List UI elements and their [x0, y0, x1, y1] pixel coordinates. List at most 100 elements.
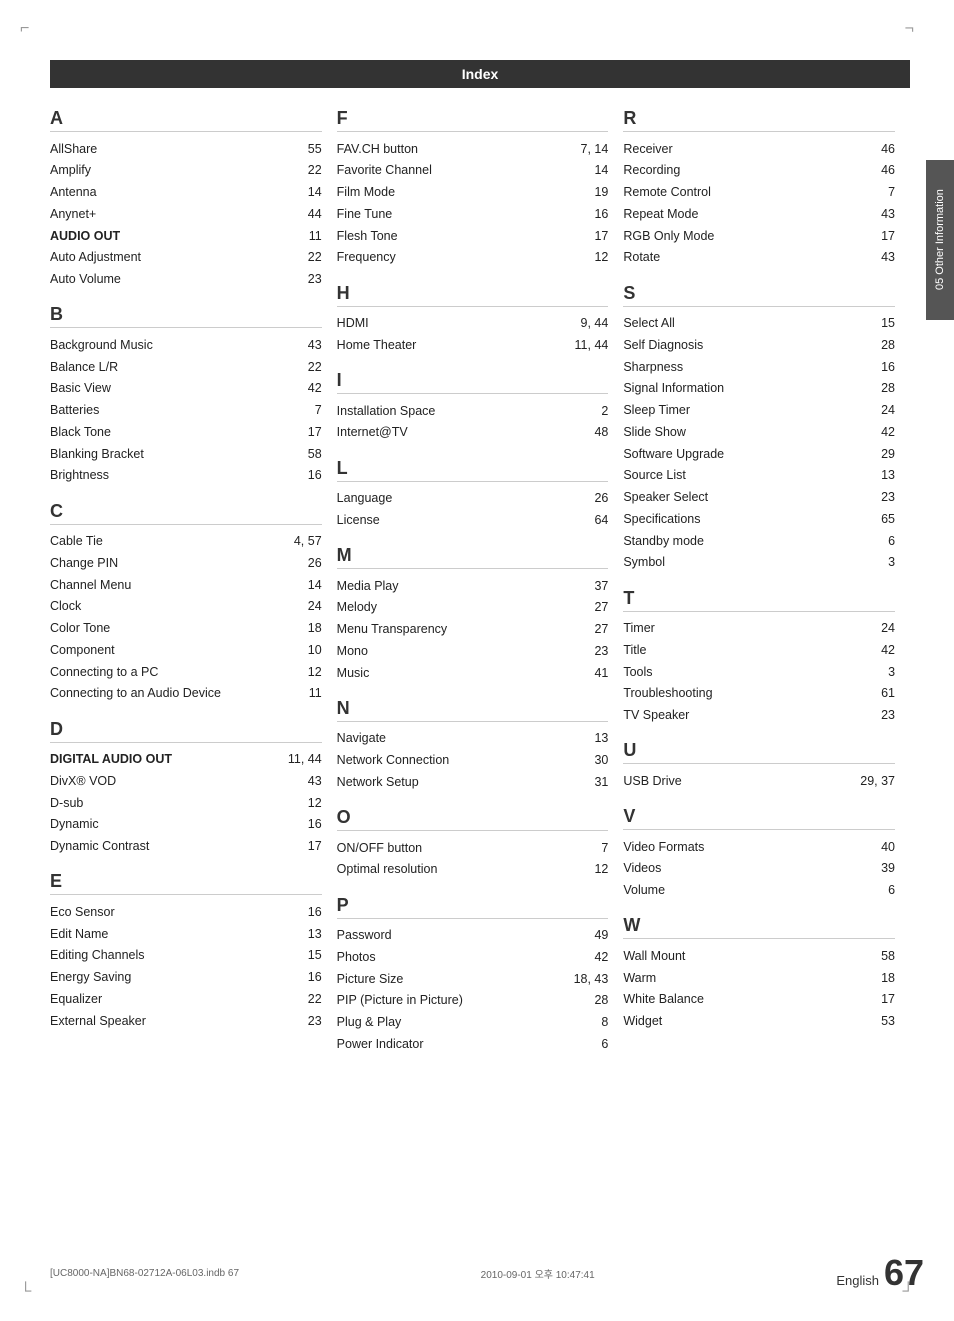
side-tab: 05 Other Information	[926, 160, 954, 320]
entry-term: Source List	[623, 466, 686, 485]
entry-page: 49	[568, 926, 608, 945]
entry-term: Auto Volume	[50, 270, 121, 289]
entry-page: 22	[282, 358, 322, 377]
list-item: Video Formats40	[623, 836, 895, 858]
entry-page: 43	[855, 205, 895, 224]
entry-term: Film Mode	[337, 183, 395, 202]
entry-page: 10	[282, 641, 322, 660]
entry-page: 18	[282, 619, 322, 638]
entry-page: 23	[282, 270, 322, 289]
list-item: Color Tone18	[50, 618, 322, 640]
list-item: Dynamic Contrast17	[50, 836, 322, 858]
entry-page: 17	[282, 423, 322, 442]
entry-term: Background Music	[50, 336, 153, 355]
entry-page: 16	[282, 815, 322, 834]
section-I-letter: I	[337, 370, 609, 394]
entry-term: Optimal resolution	[337, 860, 438, 879]
entry-term: External Speaker	[50, 1012, 146, 1031]
entry-term: Sleep Timer	[623, 401, 690, 420]
list-item: Plug & Play8	[337, 1012, 609, 1034]
entry-term: Auto Adjustment	[50, 248, 141, 267]
entry-term: FAV.CH button	[337, 140, 418, 159]
entry-page: 24	[855, 401, 895, 420]
list-item: Brightness16	[50, 465, 322, 487]
section-B-letter: B	[50, 304, 322, 328]
index-title-bar: Index	[50, 60, 910, 88]
entry-term: Repeat Mode	[623, 205, 698, 224]
entry-page: 15	[855, 314, 895, 333]
list-item: Select All15	[623, 313, 895, 335]
entry-term: Clock	[50, 597, 81, 616]
list-item: External Speaker23	[50, 1010, 322, 1032]
entry-term: Network Setup	[337, 773, 419, 792]
entry-page: 29, 37	[855, 772, 895, 791]
list-item: Batteries7	[50, 400, 322, 422]
section-P-letter: P	[337, 895, 609, 919]
entry-page: 22	[282, 161, 322, 180]
entry-page: 11, 44	[568, 336, 608, 355]
list-item: Source List13	[623, 465, 895, 487]
entry-page: 17	[855, 227, 895, 246]
entry-term: Self Diagnosis	[623, 336, 703, 355]
list-item: White Balance17	[623, 989, 895, 1011]
entry-page: 16	[282, 903, 322, 922]
entry-term: ON/OFF button	[337, 839, 422, 858]
column-2: F FAV.CH button7, 14 Favorite Channel14 …	[337, 108, 624, 1055]
entry-page: 14	[282, 183, 322, 202]
list-item: Self Diagnosis28	[623, 334, 895, 356]
entry-term: Power Indicator	[337, 1035, 424, 1054]
entry-term: Recording	[623, 161, 680, 180]
entry-term: Frequency	[337, 248, 396, 267]
entry-page: 19	[568, 183, 608, 202]
entry-term: Music	[337, 664, 370, 683]
list-item: Navigate13	[337, 728, 609, 750]
section-L-letter: L	[337, 458, 609, 482]
entry-term: Black Tone	[50, 423, 111, 442]
list-item: Frequency12	[337, 247, 609, 269]
list-item: Optimal resolution12	[337, 859, 609, 881]
entry-term: HDMI	[337, 314, 369, 333]
list-item: Standby mode6	[623, 530, 895, 552]
entry-page: 23	[855, 706, 895, 725]
entry-page: 11, 44	[282, 750, 322, 769]
entry-term: Signal Information	[623, 379, 724, 398]
side-tab-label: 05 Other Information	[934, 190, 946, 291]
entry-page: 18	[855, 969, 895, 988]
entry-term: AUDIO OUT	[50, 227, 120, 246]
list-item: Warm18	[623, 967, 895, 989]
entry-term: Receiver	[623, 140, 672, 159]
entry-page: 16	[282, 466, 322, 485]
entry-page: 18, 43	[568, 970, 608, 989]
entry-term: Photos	[337, 948, 376, 967]
corner-mark-tl: ⌐	[20, 20, 29, 38]
list-item: Background Music43	[50, 334, 322, 356]
list-item: Channel Menu14	[50, 574, 322, 596]
entry-page: 6	[568, 1035, 608, 1054]
list-item: Installation Space2	[337, 400, 609, 422]
list-item: Black Tone 17	[50, 421, 322, 443]
entry-page: 13	[282, 925, 322, 944]
entry-page: 12	[282, 663, 322, 682]
entry-term: Mono	[337, 642, 368, 661]
entry-page: 17	[855, 990, 895, 1009]
entry-page: 14	[568, 161, 608, 180]
list-item: Internet@TV48	[337, 422, 609, 444]
entry-page: 43	[855, 248, 895, 267]
list-item: D-sub12	[50, 792, 322, 814]
entry-term: Eco Sensor	[50, 903, 115, 922]
list-item: Mono 23	[337, 640, 609, 662]
list-item: Connecting to an Audio Device11	[50, 683, 322, 705]
footer-language: English	[836, 1273, 879, 1288]
entry-term: Widget	[623, 1012, 662, 1031]
entry-page: 23	[568, 642, 608, 661]
entry-term: Cable Tie	[50, 532, 103, 551]
entry-page: 4, 57	[282, 532, 322, 551]
corner-mark-tr: ¬	[905, 20, 914, 38]
entry-page: 29	[855, 445, 895, 464]
list-item: Power Indicator 6	[337, 1033, 609, 1055]
entry-term: Standby mode	[623, 532, 704, 551]
section-U-letter: U	[623, 740, 895, 764]
list-item: Antenna14	[50, 182, 322, 204]
entry-term: Slide Show	[623, 423, 686, 442]
list-item: Speaker Select23	[623, 487, 895, 509]
